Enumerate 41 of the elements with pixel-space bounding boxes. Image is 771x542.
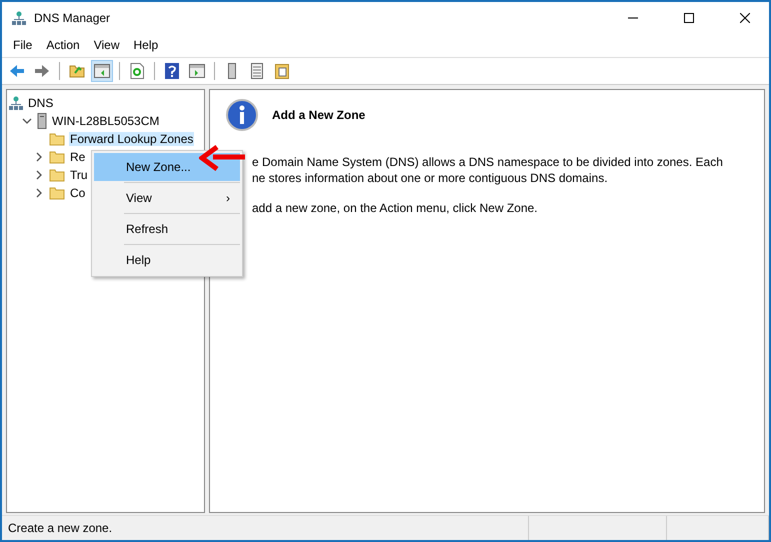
refresh-icon (130, 63, 144, 79)
close-icon (740, 12, 750, 22)
toolbar-button[interactable] (91, 60, 113, 82)
network-icon (9, 96, 23, 110)
server-icon (37, 113, 47, 129)
expand-chevron-icon[interactable] (21, 116, 33, 126)
folder-icon (49, 150, 65, 164)
folder-icon (49, 168, 65, 182)
server-icon (228, 63, 236, 79)
tree-item[interactable]: Tru (69, 168, 89, 182)
description-text: add a new zone, on the Action menu, click New Zone. (252, 200, 538, 216)
network-icon (12, 10, 26, 24)
tree-item[interactable]: WIN-L28BL5053CM (51, 114, 160, 128)
info-icon (226, 99, 258, 131)
tree-item[interactable]: Co (69, 186, 86, 200)
status-text: Create a new zone. (2, 516, 530, 540)
forward-arrow-icon (34, 64, 50, 78)
panel-icon (94, 64, 110, 78)
description-text: e Domain Name System (DNS) allows a DNS namespace to be divided into zones. Each ne stores information about one or more contiguous DNS domains. (252, 154, 724, 186)
panel-icon (189, 64, 205, 78)
folder-icon (49, 132, 65, 146)
maximize-icon (684, 12, 694, 22)
menu-item[interactable]: View (86, 36, 126, 54)
context-menu-item[interactable]: Refresh (94, 215, 240, 243)
tree-item[interactable]: Forward Lookup Zones (69, 132, 194, 146)
help-icon (165, 63, 179, 79)
menu-item[interactable]: File (6, 36, 40, 54)
context-menu-item[interactable]: New Zone... (94, 153, 240, 181)
menu-item[interactable]: Action (39, 36, 87, 54)
window-title: DNS Manager (34, 10, 112, 24)
folder-icon (69, 64, 85, 78)
folder-icon (49, 186, 65, 200)
tree-item[interactable]: Re (69, 150, 86, 164)
back-arrow-icon (9, 64, 25, 78)
context-menu-item[interactable]: View › (94, 184, 240, 212)
tree-item[interactable]: DNS (27, 96, 54, 110)
content-heading: Add a New Zone (272, 108, 366, 122)
menu-item[interactable]: Help (126, 36, 166, 54)
pointer-arrow (199, 145, 245, 171)
list-icon (251, 63, 263, 79)
context-menu-item[interactable]: Help (94, 246, 240, 274)
